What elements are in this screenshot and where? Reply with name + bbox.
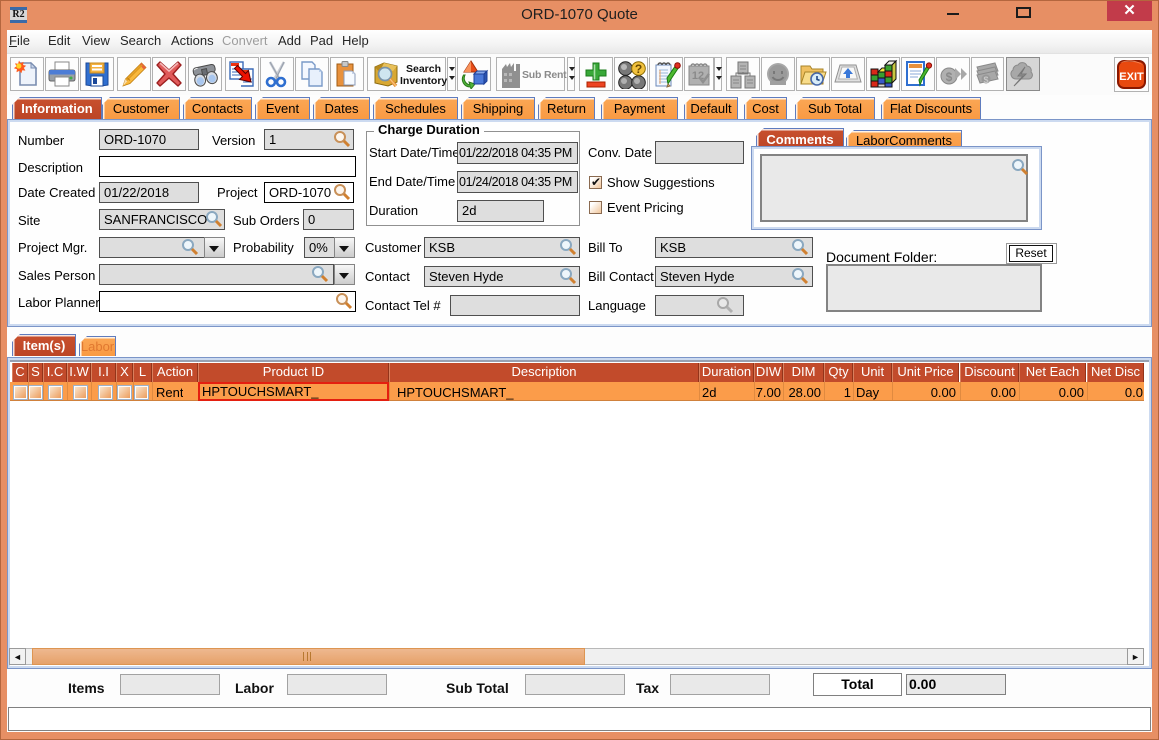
svg-text:?: ? — [635, 62, 642, 76]
svg-text:$: $ — [946, 70, 953, 84]
svg-text:EXIT: EXIT — [1119, 71, 1144, 83]
svg-text:$: $ — [983, 75, 988, 85]
